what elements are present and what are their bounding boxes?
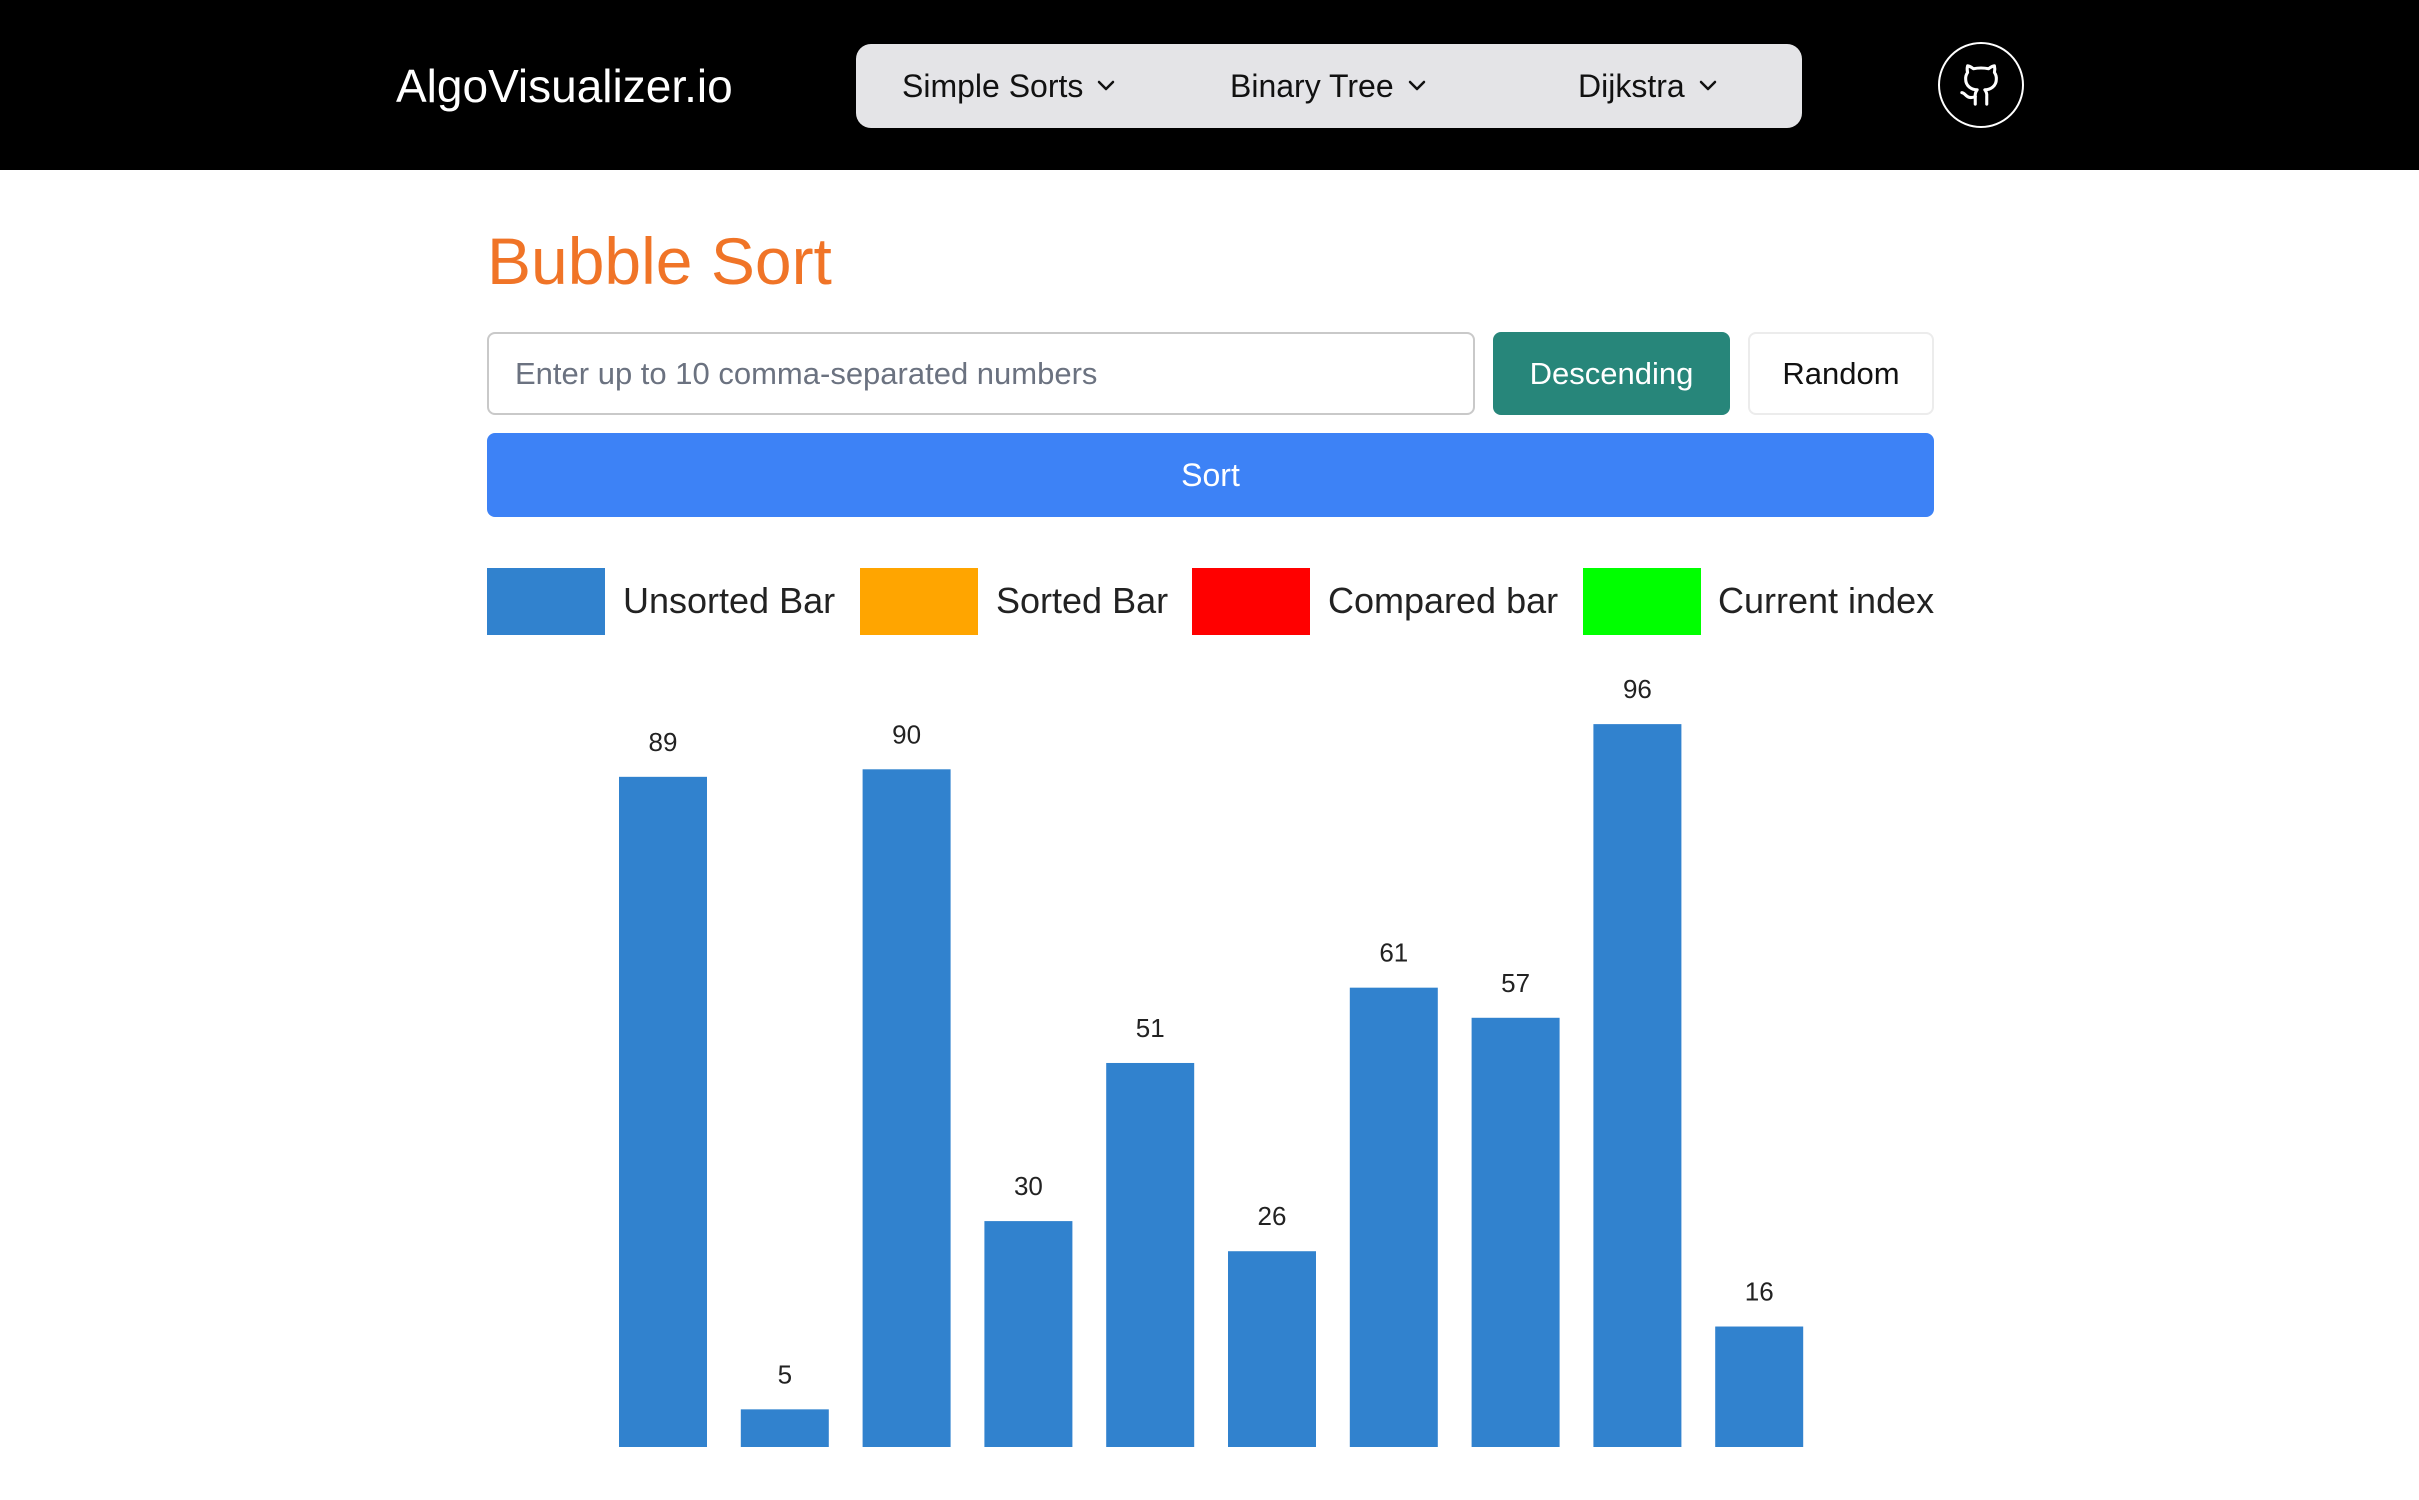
- bar-value-label-6: 61: [1379, 938, 1408, 968]
- legend-label-sorted: Sorted Bar: [996, 580, 1169, 621]
- bar-value-label-9: 16: [1745, 1277, 1774, 1307]
- bar-3: [984, 1221, 1073, 1447]
- bar-4: [1106, 1062, 1195, 1447]
- chevron-down-icon: [1699, 80, 1716, 91]
- bar-7: [1471, 1017, 1560, 1447]
- bar-value-label-7: 57: [1501, 968, 1530, 998]
- bar-value-label-0: 89: [649, 727, 678, 757]
- legend-swatch-current: [1583, 568, 1701, 635]
- legend-label-current: Current index: [1718, 580, 1935, 621]
- bar-value-label-4: 51: [1136, 1013, 1165, 1043]
- bar-1: [740, 1409, 829, 1447]
- legend-swatch-compared: [1192, 568, 1310, 635]
- menu-label-binary-tree: Binary Tree: [1230, 67, 1394, 104]
- bar-5: [1228, 1251, 1316, 1447]
- legend-swatch-unsorted: [487, 568, 605, 635]
- random-button[interactable]: Random: [1748, 332, 1934, 415]
- navbar: AlgoVisualizer.io Simple Sorts Binary Tr…: [0, 0, 2419, 170]
- nav-menu: Simple Sorts Binary Tree Dijkstra: [856, 44, 1802, 128]
- menu-label-dijkstra: Dijkstra: [1578, 67, 1685, 104]
- bar-6: [1349, 987, 1438, 1447]
- brand-logo[interactable]: AlgoVisualizer.io: [396, 58, 733, 114]
- github-button[interactable]: [1938, 42, 2024, 128]
- bar-2: [862, 769, 951, 1447]
- chevron-down-icon: [1098, 80, 1115, 91]
- numbers-input[interactable]: [487, 332, 1475, 415]
- bar-value-label-3: 30: [1014, 1171, 1043, 1201]
- bar-0: [619, 776, 707, 1447]
- chevron-down-icon: [1408, 80, 1425, 91]
- sort-button[interactable]: Sort: [487, 433, 1934, 517]
- menu-simple-sorts[interactable]: Simple Sorts: [902, 44, 1115, 128]
- menu-binary-tree[interactable]: Binary Tree: [1230, 44, 1426, 128]
- bar-value-label-2: 90: [892, 719, 921, 749]
- bar-chart: 89 5 90 30 51 26 61 57 96 16: [619, 674, 1804, 1447]
- bar-9: [1715, 1326, 1804, 1447]
- bar-value-label-8: 96: [1623, 674, 1652, 704]
- descending-button[interactable]: Descending: [1493, 332, 1730, 415]
- github-icon: [1960, 64, 1998, 106]
- legend-swatch-sorted: [860, 568, 978, 635]
- menu-label-simple-sorts: Simple Sorts: [902, 67, 1084, 104]
- legend-label-unsorted: Unsorted Bar: [623, 580, 836, 621]
- bar-8: [1593, 724, 1682, 1447]
- legend-label-compared: Compared bar: [1328, 580, 1559, 621]
- bar-value-label-5: 26: [1258, 1201, 1287, 1231]
- page-title: Bubble Sort: [487, 224, 832, 298]
- bar-value-label-1: 5: [778, 1359, 792, 1389]
- menu-dijkstra[interactable]: Dijkstra: [1578, 44, 1717, 128]
